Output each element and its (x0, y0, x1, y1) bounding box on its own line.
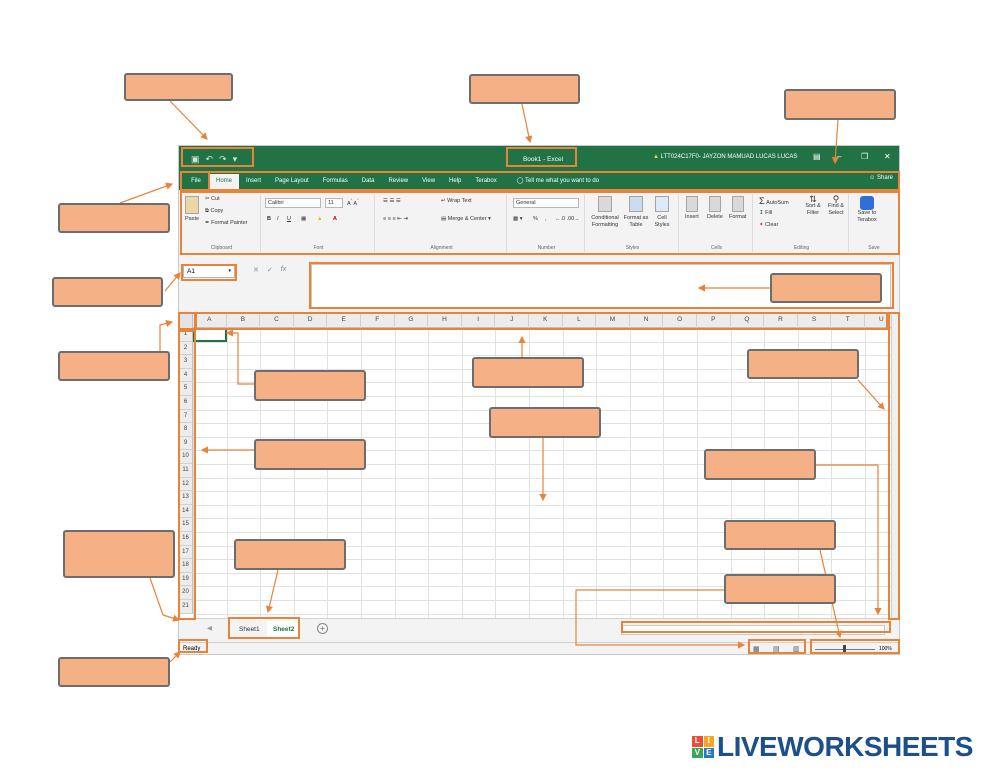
answer-box-status[interactable] (58, 657, 170, 687)
answer-box-name-box[interactable] (52, 277, 163, 307)
answer-box-title[interactable] (469, 74, 580, 104)
answer-box-column-headers[interactable] (472, 357, 584, 388)
answer-box-quick-access[interactable] (124, 73, 233, 101)
arrow-active-cell (225, 329, 254, 385)
answer-box-row-headers[interactable] (254, 439, 366, 470)
answer-box-view-buttons[interactable] (724, 574, 836, 604)
answer-box-cells[interactable] (489, 407, 601, 438)
answer-box-sheet-nav[interactable] (63, 530, 175, 578)
arrow-sheet-tabs (265, 569, 279, 614)
answer-box-zoom[interactable] (724, 520, 836, 550)
answer-box-formula-bar[interactable] (770, 273, 882, 303)
answer-box-sheet-tabs[interactable] (234, 539, 346, 570)
arrow-name-box (164, 272, 181, 292)
liveworksheets-mark-icon: L I V E (692, 736, 714, 758)
answer-box-horizontal-scroll[interactable] (704, 449, 816, 480)
arrow-status (169, 651, 181, 663)
arrow-quick-access (169, 100, 208, 140)
arrow-title (521, 103, 533, 144)
arrow-select-all (159, 319, 174, 352)
answer-box-select-all[interactable] (58, 351, 170, 381)
arrow-window-controls (831, 119, 840, 165)
liveworksheets-logo: L I V E LIVEWORKSHEETS (692, 731, 973, 763)
answer-box-active-cell[interactable] (254, 370, 366, 401)
answer-box-file-tab[interactable] (58, 203, 170, 233)
arrow-vertical-scrollbar (857, 379, 885, 410)
answer-box-window-controls[interactable] (784, 89, 896, 120)
liveworksheets-wordmark: LIVEWORKSHEETS (717, 731, 973, 762)
arrow-file-tab (119, 182, 174, 204)
answer-box-vertical-scrollbar[interactable] (747, 349, 859, 379)
arrow-view-buttons (575, 589, 746, 649)
arrow-sheet-nav (149, 577, 181, 622)
